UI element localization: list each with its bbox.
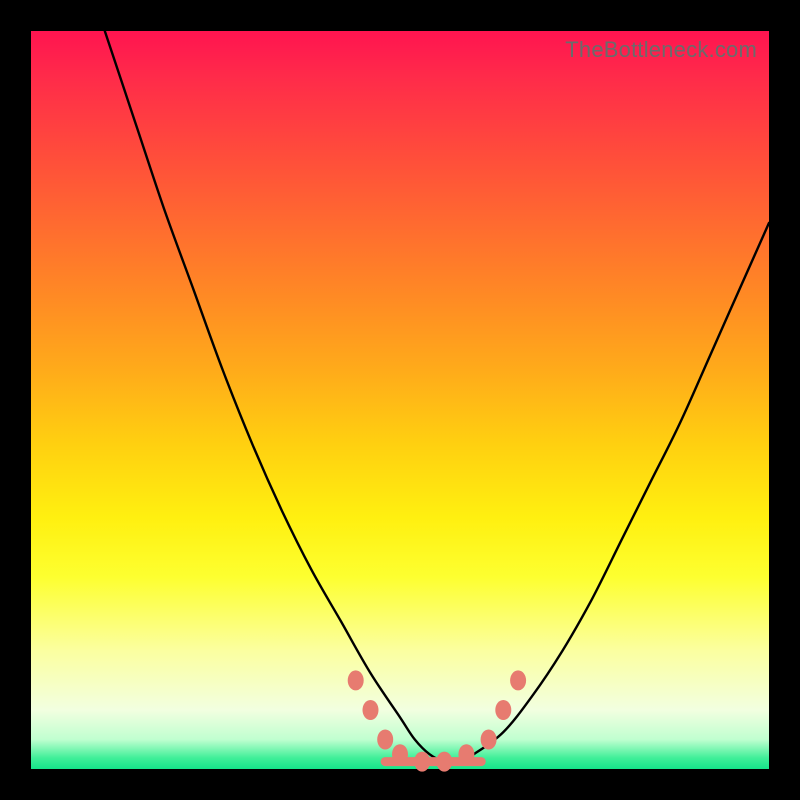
highlight-dot xyxy=(458,744,474,764)
bottleneck-curve xyxy=(105,31,769,763)
highlight-dot xyxy=(481,730,497,750)
chart-svg xyxy=(31,31,769,769)
highlight-dot xyxy=(392,744,408,764)
highlight-dot xyxy=(510,670,526,690)
highlight-dot xyxy=(495,700,511,720)
chart-frame: TheBottleneck.com xyxy=(0,0,800,800)
highlight-dots xyxy=(348,670,526,771)
highlight-dot xyxy=(377,730,393,750)
highlight-dot xyxy=(436,752,452,772)
highlight-dot xyxy=(363,700,379,720)
highlight-dot xyxy=(348,670,364,690)
highlight-dot xyxy=(414,752,430,772)
plot-area: TheBottleneck.com xyxy=(31,31,769,769)
